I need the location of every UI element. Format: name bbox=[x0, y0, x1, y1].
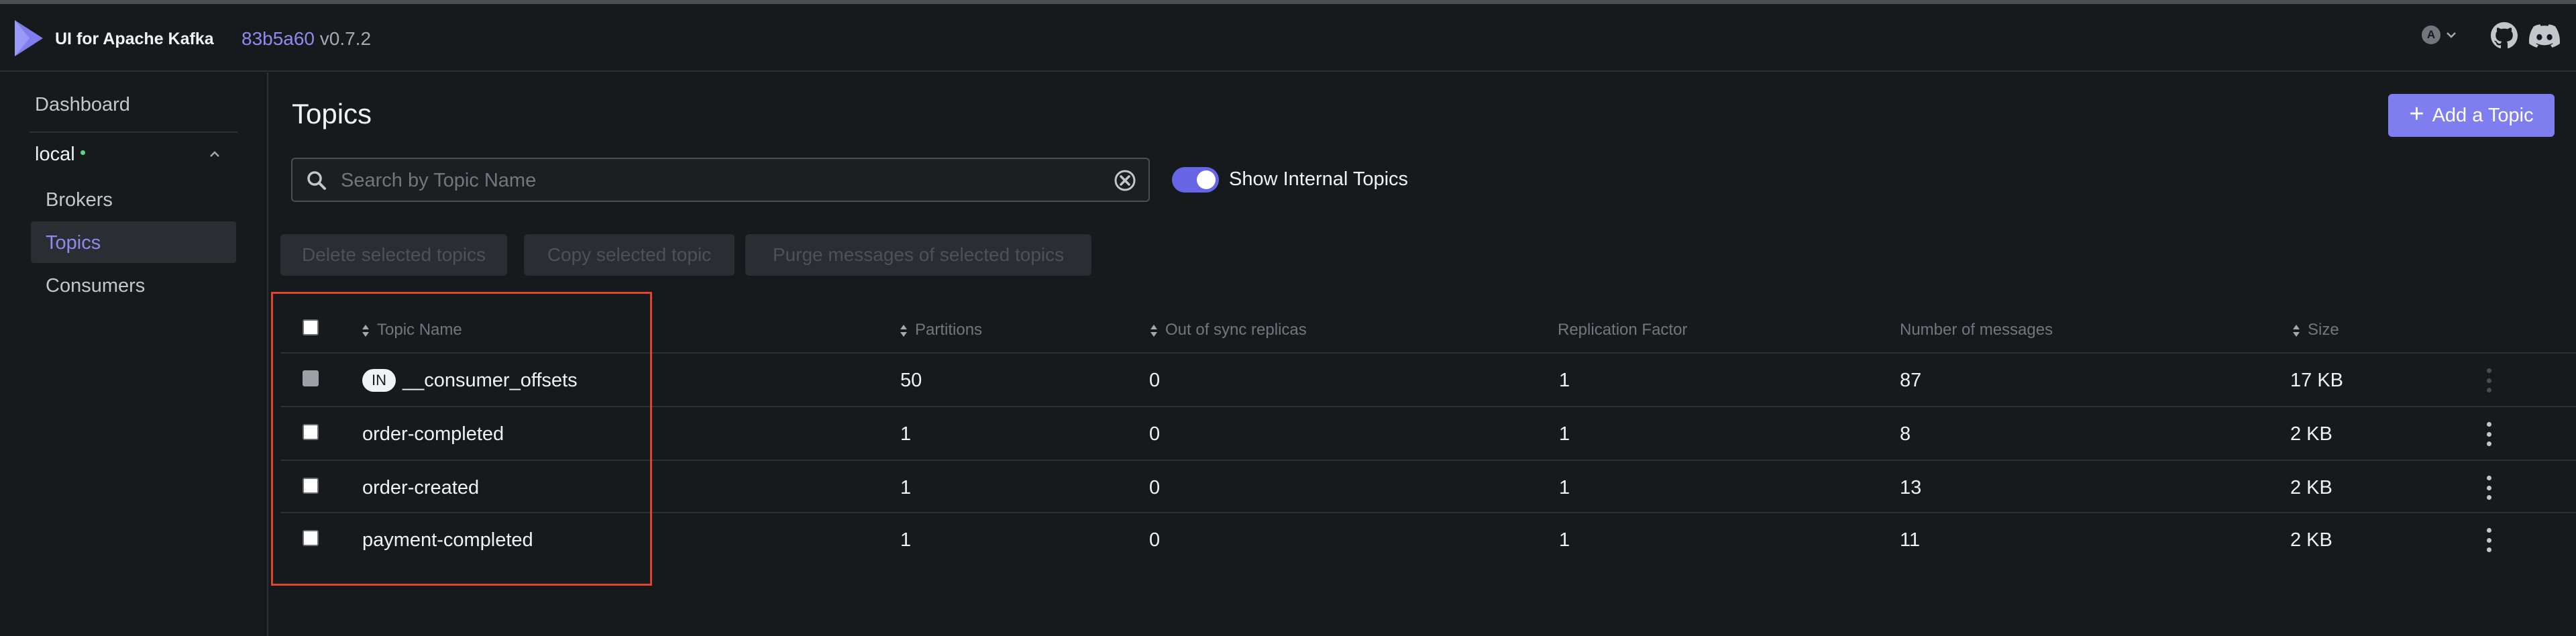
page-title: Topics bbox=[292, 98, 372, 129]
partitions-cell: 1 bbox=[900, 529, 912, 551]
version-info: 83b5a60 v0.7.2 bbox=[241, 28, 371, 50]
size-cell: 17 KB bbox=[2290, 370, 2343, 391]
size-cell: 2 KB bbox=[2290, 477, 2332, 498]
highlight-box bbox=[271, 292, 652, 586]
column-header-size[interactable]: Size bbox=[2292, 321, 2339, 339]
partitions-cell: 1 bbox=[900, 423, 912, 445]
discord-icon[interactable] bbox=[2529, 24, 2560, 48]
out-of-sync-cell: 0 bbox=[1149, 529, 1161, 551]
more-actions-icon[interactable] bbox=[2485, 422, 2493, 446]
chevron-down-icon bbox=[2447, 32, 2456, 38]
replication-factor-cell: 1 bbox=[1559, 477, 1570, 498]
more-actions-icon[interactable] bbox=[2485, 476, 2493, 500]
sidebar: Dashboard local Brokers Topics Consumers bbox=[0, 72, 268, 636]
user-menu[interactable]: A bbox=[2422, 25, 2458, 44]
clear-search-icon[interactable] bbox=[1114, 169, 1136, 192]
out-of-sync-cell: 0 bbox=[1149, 370, 1161, 391]
add-topic-label: Add a Topic bbox=[2432, 104, 2534, 126]
replication-factor-cell: 1 bbox=[1559, 370, 1570, 391]
column-header-number-of-messages: Number of messages bbox=[1900, 321, 2053, 339]
search-icon bbox=[307, 171, 326, 190]
github-icon[interactable] bbox=[2491, 22, 2518, 49]
sidebar-item-brokers[interactable]: Brokers bbox=[46, 189, 113, 211]
version-hash-link[interactable]: 83b5a60 bbox=[241, 28, 315, 49]
toggle-knob bbox=[1197, 170, 1216, 189]
sort-icon bbox=[1150, 324, 1157, 337]
replication-factor-cell: 1 bbox=[1559, 529, 1570, 551]
cluster-status-dot bbox=[80, 150, 85, 155]
messages-cell: 8 bbox=[1900, 423, 1911, 445]
column-header-out-of-sync-replicas[interactable]: Out of sync replicas bbox=[1149, 321, 1307, 339]
sidebar-item-dashboard[interactable]: Dashboard bbox=[35, 94, 130, 116]
app-title[interactable]: UI for Apache Kafka bbox=[55, 30, 214, 49]
sort-icon bbox=[2293, 324, 2300, 337]
messages-cell: 11 bbox=[1900, 529, 1921, 551]
logo-icon[interactable] bbox=[12, 19, 46, 58]
user-avatar: A bbox=[2422, 25, 2440, 44]
chevron-up-icon[interactable] bbox=[205, 145, 224, 164]
size-cell: 2 KB bbox=[2290, 529, 2332, 551]
partitions-cell: 50 bbox=[900, 370, 922, 391]
top-navbar: UI for Apache Kafka 83b5a60 v0.7.2 bbox=[0, 4, 2576, 72]
plus-icon: + bbox=[2409, 100, 2424, 128]
cluster-name: local bbox=[35, 144, 75, 165]
purge-selected-topics-button[interactable]: Purge messages of selected topics bbox=[745, 234, 1091, 276]
out-of-sync-cell: 0 bbox=[1149, 477, 1161, 498]
size-cell: 2 KB bbox=[2290, 423, 2332, 445]
column-header-partitions[interactable]: Partitions bbox=[899, 321, 982, 339]
sidebar-divider bbox=[30, 131, 237, 133]
sidebar-item-consumers[interactable]: Consumers bbox=[46, 275, 145, 297]
add-topic-button[interactable]: + Add a Topic bbox=[2388, 94, 2555, 137]
copy-selected-topic-button[interactable]: Copy selected topic bbox=[524, 234, 735, 276]
sidebar-cluster-local[interactable]: local bbox=[35, 144, 85, 166]
version-number: v0.7.2 bbox=[319, 28, 372, 49]
messages-cell: 13 bbox=[1900, 477, 1922, 498]
sidebar-item-topics[interactable]: Topics bbox=[46, 232, 101, 254]
show-internal-topics-toggle[interactable] bbox=[1172, 167, 1219, 193]
search-box bbox=[291, 158, 1150, 202]
replication-factor-cell: 1 bbox=[1559, 423, 1570, 445]
more-actions-icon bbox=[2485, 368, 2493, 392]
out-of-sync-cell: 0 bbox=[1149, 423, 1161, 445]
search-input[interactable] bbox=[341, 166, 1079, 195]
messages-cell: 87 bbox=[1900, 370, 1922, 391]
delete-selected-topics-button[interactable]: Delete selected topics bbox=[280, 234, 507, 276]
partitions-cell: 1 bbox=[900, 477, 912, 498]
more-actions-icon[interactable] bbox=[2485, 528, 2493, 552]
column-header-replication-factor: Replication Factor bbox=[1558, 321, 1688, 339]
show-internal-topics-label: Show Internal Topics bbox=[1229, 168, 1409, 190]
sort-icon bbox=[900, 324, 907, 337]
